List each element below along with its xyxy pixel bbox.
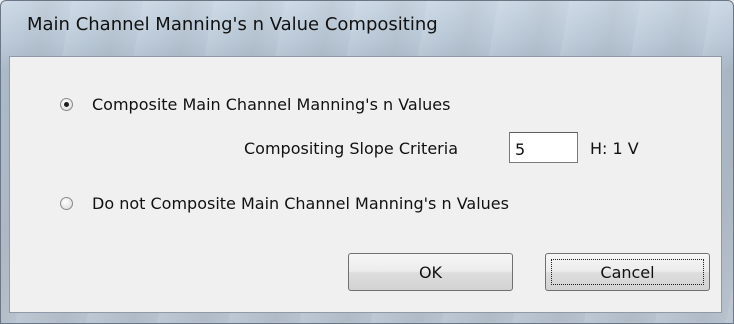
- dialog-body: Composite Main Channel Manning's n Value…: [9, 56, 722, 313]
- composite-option-label: Composite Main Channel Manning's n Value…: [92, 95, 451, 114]
- no-composite-option-label: Do not Composite Main Channel Manning's …: [92, 194, 509, 213]
- slope-unit-label: H: 1 V: [590, 139, 639, 158]
- composite-radio-button[interactable]: [60, 98, 73, 111]
- composite-option[interactable]: Composite Main Channel Manning's n Value…: [60, 95, 450, 114]
- window-title: Main Channel Manning's n Value Compositi…: [27, 14, 438, 35]
- ok-button-label: OK: [418, 262, 443, 282]
- no-composite-radio-button[interactable]: [60, 197, 73, 210]
- no-composite-option[interactable]: Do not Composite Main Channel Manning's …: [60, 194, 509, 213]
- cancel-button-label: Cancel: [600, 262, 655, 282]
- slope-criteria-label: Compositing Slope Criteria: [244, 139, 458, 158]
- ok-button[interactable]: OK: [348, 253, 513, 291]
- dialog-window: Main Channel Manning's n Value Compositi…: [0, 0, 734, 324]
- cancel-button[interactable]: Cancel: [545, 253, 710, 291]
- slope-criteria-input[interactable]: [509, 132, 578, 163]
- title-bar[interactable]: Main Channel Manning's n Value Compositi…: [1, 1, 733, 53]
